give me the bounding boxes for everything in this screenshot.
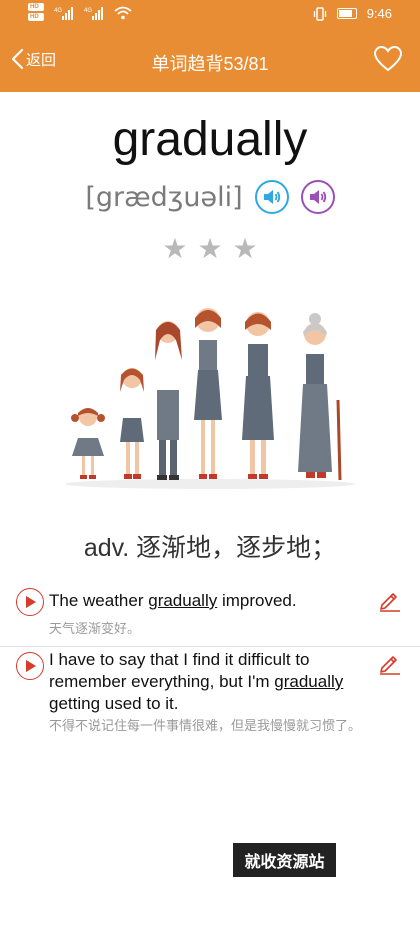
favorite-button[interactable] xyxy=(373,45,403,77)
word-text: gradually xyxy=(112,113,308,166)
word-illustration xyxy=(65,308,355,489)
speaker-icon xyxy=(263,190,280,204)
status-right: 9:46 xyxy=(313,6,392,21)
figure-teen xyxy=(155,321,182,480)
figure-child xyxy=(120,368,144,479)
wifi-icon xyxy=(114,6,132,20)
status-time: 9:46 xyxy=(366,6,392,21)
speaker-uk-button[interactable] xyxy=(254,180,289,214)
word-meaning: adv. 逐渐地，逐步地； xyxy=(83,534,337,562)
sim1-hd-badge: HD xyxy=(28,3,44,11)
vibrate-icon xyxy=(313,6,326,21)
figure-young-woman xyxy=(194,308,222,479)
phonetic: [grædʒuəli] xyxy=(85,181,243,213)
star-icon: ★ xyxy=(232,233,258,264)
speaker-us-button[interactable] xyxy=(300,180,335,214)
sentence-keyword: gradually xyxy=(148,591,218,610)
svg-text:4G: 4G xyxy=(54,8,62,14)
sim2-hd-badge: HD xyxy=(28,13,44,21)
example-sentence: I have to say that I find it difficult t… xyxy=(0,646,420,733)
sentence-translation: 不得不说记住每一件事情很难，但是我慢慢就习惯了。 xyxy=(49,718,362,733)
pencil-icon xyxy=(380,656,400,675)
sentence-text: I have to say that I find it difficult t… xyxy=(49,650,310,691)
watermark: 就收资源站 xyxy=(233,843,336,877)
sentence-english: The weather gradually improved. xyxy=(49,590,369,612)
status-bar: HD HD 4G 4G 9:46 xyxy=(0,0,420,30)
sentence-text: getting used to it. xyxy=(49,694,179,713)
sentence-english: I have to say that I find it difficult t… xyxy=(49,649,369,715)
figure-adult-woman xyxy=(242,312,274,479)
sentence-keyword: gradually xyxy=(274,672,344,691)
battery-icon xyxy=(336,8,357,19)
signal-icon-2: 4G xyxy=(84,7,103,20)
star-icon: ★ xyxy=(162,233,188,264)
play-sentence-button[interactable] xyxy=(16,652,44,680)
page-title: 单词趋背53/81 xyxy=(151,54,269,74)
sentence-text: improved. xyxy=(217,591,297,610)
sim-indicators: HD HD xyxy=(28,3,44,23)
signal-icon-1: 4G xyxy=(54,7,73,20)
figure-toddler xyxy=(71,408,105,479)
star-icon: ★ xyxy=(197,233,223,264)
heart-icon xyxy=(373,45,403,72)
svg-text:4G: 4G xyxy=(84,8,92,14)
edit-button[interactable] xyxy=(378,651,402,680)
signal-group: 4G 4G xyxy=(54,6,132,20)
nav-bar: 返回 单词趋背53/81 xyxy=(0,30,420,92)
figure-elderly-woman xyxy=(298,313,342,481)
sentence-text: The weather xyxy=(49,591,149,610)
star-rating: ★ ★ ★ xyxy=(0,235,420,263)
phonetic-row: [grædʒuəli] xyxy=(0,180,420,214)
pencil-icon xyxy=(380,593,400,612)
edit-button[interactable] xyxy=(378,588,402,617)
play-sentence-button[interactable] xyxy=(16,588,44,616)
sentence-translation: 天气逐渐变好。 xyxy=(49,621,141,636)
speaker-icon xyxy=(309,190,326,204)
